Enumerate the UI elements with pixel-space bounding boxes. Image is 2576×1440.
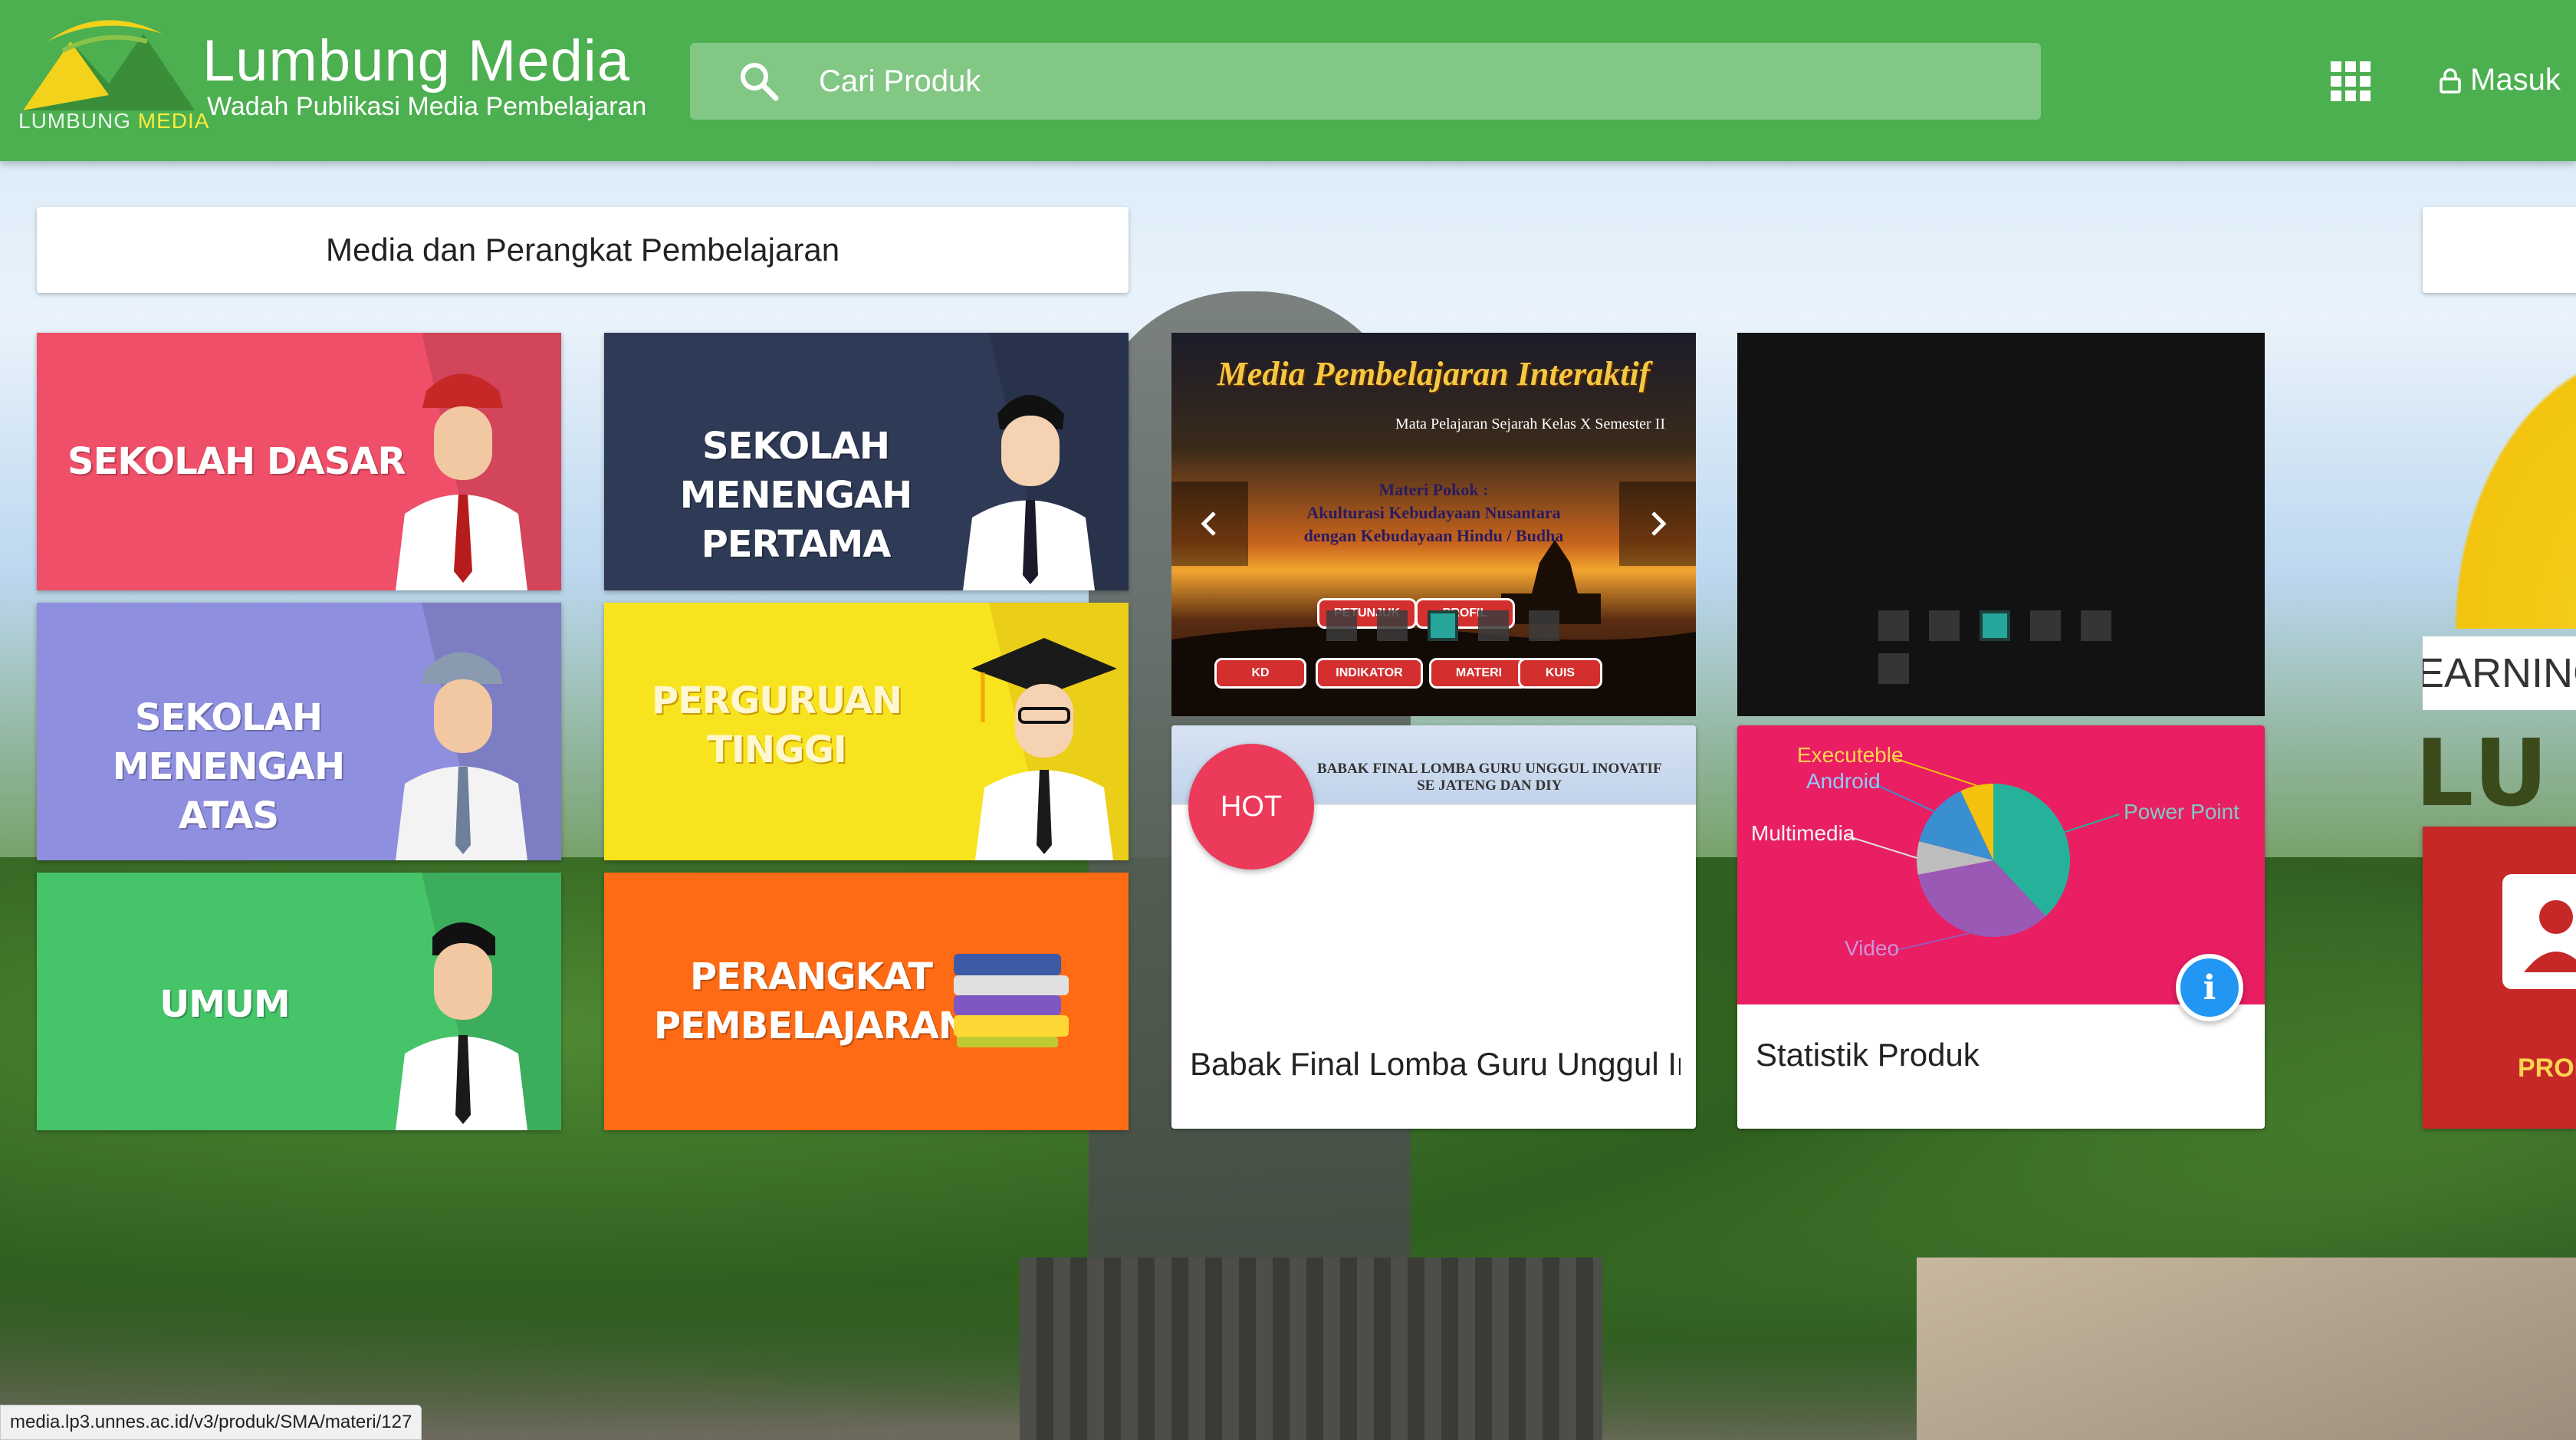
slider-dot-active[interactable]	[1980, 610, 2010, 641]
secondary-slider[interactable]	[1737, 333, 2265, 716]
slider-dot[interactable]	[2081, 610, 2111, 641]
person-umum-illustration	[396, 922, 527, 1130]
featured-slider[interactable]: Media Pembelajaran Interaktif Mata Pelaj…	[1171, 333, 1696, 716]
pie-label: Android	[1806, 769, 1881, 793]
graduate-illustration	[971, 638, 1117, 860]
chevron-right-icon	[1651, 511, 1667, 536]
category-label: PERGURUAN TINGGI	[651, 679, 902, 771]
pie-label: Multimedia	[1751, 821, 1855, 845]
category-label: SEKOLAH MENENGAH PERTAMA	[679, 425, 912, 566]
edge-banner-shape	[2423, 307, 2576, 629]
slide-button-materi[interactable]: MATERI	[1429, 658, 1529, 689]
brand-subtitle: Wadah Publikasi Media Pembelajaran	[207, 92, 647, 121]
category-sma[interactable]: SEKOLAH MENENGAH ATAS	[37, 603, 561, 860]
student-sd-illustration	[396, 373, 527, 590]
status-bar-url: media.lp3.unnes.ac.id/v3/produk/SMA/mate…	[0, 1405, 422, 1440]
category-label: SEKOLAH MENENGAH ATAS	[112, 696, 345, 837]
logo-caption: LUMBUNG MEDIA	[18, 109, 210, 133]
statistics-title[interactable]: Statistik Produk	[1756, 1037, 2246, 1073]
books-stack-icon	[954, 954, 1069, 1047]
pie-label: Power Point	[2124, 800, 2239, 824]
category-smp[interactable]: SEKOLAH MENENGAH PERTAMA	[604, 333, 1129, 590]
category-label: UMUM	[159, 983, 290, 1026]
chevron-left-icon	[1201, 511, 1216, 536]
slide-button-indikator[interactable]: INDIKATOR	[1316, 658, 1423, 689]
category-perguruan-tinggi[interactable]: PERGURUAN TINGGI	[604, 603, 1129, 860]
slider-dot-active[interactable]	[1428, 610, 1458, 641]
category-perangkat-pembelajaran[interactable]: PERANGKAT PEMBELAJARAN	[604, 873, 1129, 1130]
slider-dot[interactable]	[1478, 610, 1509, 641]
slider-next-button[interactable]	[1619, 482, 1696, 566]
edge-logo-text: LU	[2415, 721, 2551, 827]
slider-dot[interactable]	[2030, 610, 2061, 641]
side-panel-header	[2423, 207, 2576, 293]
search-icon[interactable]	[738, 60, 780, 103]
info-icon: i	[2203, 968, 2216, 1008]
search-bar[interactable]	[690, 43, 2041, 120]
pie-leader-line	[1891, 757, 1977, 787]
category-umum[interactable]: UMUM	[37, 873, 561, 1130]
slider-dot[interactable]	[1878, 610, 1909, 641]
secondary-slider-indicator-row2	[1878, 653, 1909, 684]
slider-dot[interactable]	[1529, 610, 1559, 641]
user-account-icon	[2502, 874, 2576, 989]
brand-title[interactable]: Lumbung Media	[202, 28, 630, 94]
slide-button-kd[interactable]: KD	[1214, 658, 1306, 689]
edge-learning-text: EARNING	[2423, 636, 2576, 710]
slider-prev-button[interactable]	[1171, 482, 1248, 566]
slider-dot[interactable]	[1377, 610, 1408, 641]
secondary-slider-indicator	[1878, 610, 2111, 641]
category-sekolah-dasar[interactable]: SEKOLAH DASAR	[37, 333, 561, 590]
pie-leader-line	[1873, 783, 1935, 813]
edge-profile-label: PROF	[2518, 1054, 2576, 1083]
info-button[interactable]: i	[2176, 954, 2243, 1021]
student-smp-illustration	[963, 395, 1095, 590]
hot-badge: HOT	[1188, 744, 1314, 870]
pie-label: Video	[1845, 936, 1899, 960]
pie-label: Executeble	[1797, 743, 1904, 767]
background-stone-steps	[1020, 1258, 1602, 1440]
pie-leader-line	[2064, 814, 2120, 833]
background-road	[1917, 1258, 2576, 1440]
login-label: Masuk	[2470, 63, 2561, 97]
search-input[interactable]	[819, 64, 1892, 99]
edge-profile-card[interactable]: PROF	[2423, 827, 2576, 1129]
slider-indicator	[1326, 610, 1559, 641]
slide-button-kuis[interactable]: KUIS	[1518, 658, 1602, 689]
statistics-card[interactable]: Power Point Video Multimedia Android Execute…	[1737, 725, 2265, 1129]
news-banner-text: BABAK FINAL LOMBA GURU UNGGUL INOVATIF SE…	[1317, 761, 1662, 794]
apps-grid-icon[interactable]	[2331, 61, 2371, 101]
news-card[interactable]: BABAK FINAL LOMBA GURU UNGGUL INOVATIF SE…	[1171, 725, 1696, 1129]
pie-leader-line	[1893, 932, 1970, 952]
lock-icon	[2440, 67, 2461, 94]
slider-dot[interactable]	[1929, 610, 1960, 641]
news-title[interactable]: Babak Final Lomba Guru Unggul Inovati	[1190, 1046, 1681, 1083]
pie-leader-line	[1845, 835, 1917, 859]
student-sma-illustration	[396, 652, 527, 860]
login-button[interactable]: Masuk	[2440, 63, 2561, 97]
slider-dot[interactable]	[1326, 610, 1357, 641]
category-label: PERANGKAT PEMBELAJARAN	[653, 955, 969, 1047]
slider-dot[interactable]	[1878, 653, 1909, 684]
top-app-bar: LUMBUNG MEDIA Lumbung Media Wadah Publik…	[0, 0, 2576, 161]
section-title: Media dan Perangkat Pembelajaran	[37, 207, 1129, 293]
